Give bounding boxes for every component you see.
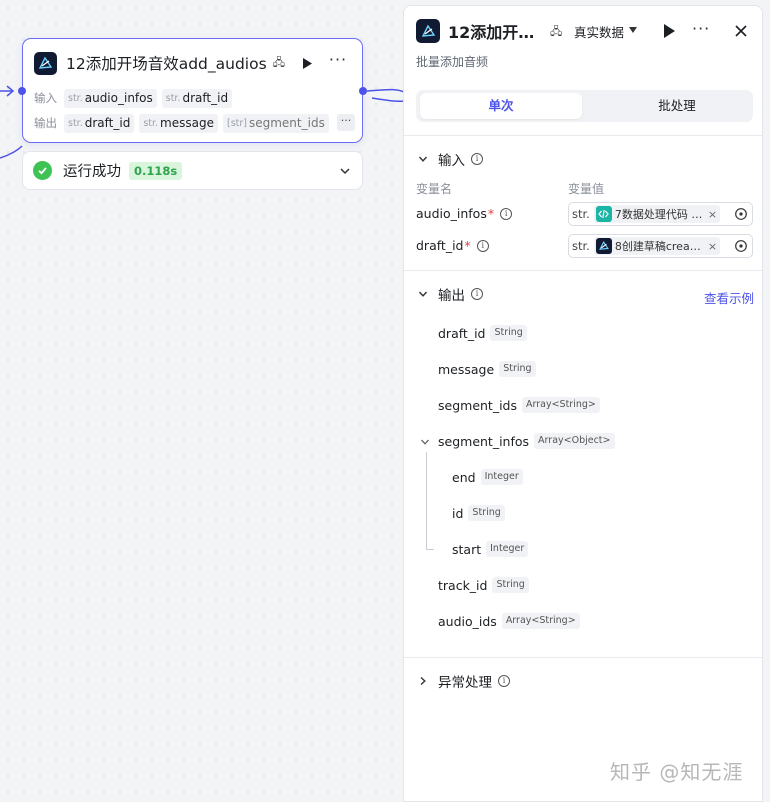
type-tag: String bbox=[490, 325, 527, 341]
plugin-logo-icon bbox=[34, 51, 57, 75]
variable-reference-tag[interactable]: 7数据处理代码 · k… × bbox=[593, 205, 721, 223]
node-input-label: 输入 bbox=[34, 91, 57, 105]
input-var-name: audio_infos * i bbox=[416, 206, 513, 221]
output-child-field-row: end Integer bbox=[452, 468, 523, 486]
chevron-down-icon[interactable] bbox=[418, 154, 428, 164]
divider bbox=[404, 135, 762, 136]
variable-reference-tag[interactable]: 8创建草稿crea… · … × bbox=[593, 237, 721, 255]
node-header: 12添加开场音效add_audios 🖧 ··· bbox=[34, 51, 352, 75]
chevron-down-icon[interactable] bbox=[418, 289, 428, 299]
output-port[interactable] bbox=[359, 87, 367, 95]
panel-more-button[interactable]: ··· bbox=[692, 19, 710, 38]
variable-value-selector[interactable]: str. 8创建草稿crea… · … × bbox=[568, 234, 753, 258]
type-tag: Array<String> bbox=[501, 613, 580, 629]
remove-reference-icon[interactable]: × bbox=[708, 240, 717, 253]
status-text: 运行成功 bbox=[63, 164, 121, 180]
data-mode-dropdown[interactable]: 真实数据 bbox=[574, 22, 624, 41]
output-field-row: segment_ids Array<String> bbox=[438, 396, 600, 414]
plugin-logo-icon bbox=[416, 19, 440, 43]
code-icon bbox=[595, 206, 612, 222]
column-header-value: 变量值 bbox=[568, 182, 605, 196]
input-section-header[interactable]: 输入 i bbox=[418, 149, 483, 169]
input-var-name: draft_id * i bbox=[416, 238, 489, 253]
node-title: 12添加开场音效add_audios bbox=[66, 55, 267, 73]
view-example-link[interactable]: 查看示例 bbox=[704, 288, 754, 307]
node-inputs-row: 输入 str. audio_infos str. draft_id bbox=[34, 88, 237, 108]
tab-single[interactable]: 单次 bbox=[420, 93, 582, 119]
plugin-logo-icon bbox=[595, 238, 612, 254]
outputs-more-button[interactable]: ··· bbox=[337, 114, 355, 131]
tab-batch[interactable]: 批处理 bbox=[596, 93, 758, 119]
success-check-icon bbox=[33, 161, 52, 180]
error-section-header[interactable]: 异常处理 i bbox=[418, 671, 510, 691]
input-tag: str. draft_id bbox=[161, 88, 233, 108]
type-tag: String bbox=[492, 577, 529, 593]
node-more-button[interactable]: ··· bbox=[326, 51, 350, 73]
output-child-field-row: id String bbox=[452, 504, 505, 522]
run-button[interactable] bbox=[661, 22, 677, 40]
type-tag: Integer bbox=[486, 541, 529, 557]
panel-header: 12添加开… 🖧 真实数据 ··· bbox=[416, 18, 752, 44]
output-field-row: track_id String bbox=[438, 576, 529, 594]
output-child-field-row: start Integer bbox=[452, 540, 529, 558]
info-icon[interactable]: i bbox=[476, 239, 489, 252]
node-output-label: 输出 bbox=[34, 116, 57, 130]
type-tag: String bbox=[499, 361, 536, 377]
panel-description: 批量添加音频 bbox=[416, 55, 489, 69]
output-section-title: 输出 bbox=[438, 288, 465, 304]
target-select-icon[interactable] bbox=[734, 207, 748, 221]
type-tag: Integer bbox=[480, 469, 523, 485]
node-detail-panel: 12添加开… 🖧 真实数据 ··· 批量添加音频 单次 批处理 输入 i 变量名… bbox=[403, 5, 763, 802]
chevron-down-icon[interactable] bbox=[338, 164, 352, 178]
input-port[interactable] bbox=[18, 87, 26, 95]
column-header-name: 变量名 bbox=[416, 182, 453, 196]
divider bbox=[404, 270, 762, 271]
panel-title: 12添加开… bbox=[448, 23, 535, 42]
output-field-row: draft_id String bbox=[438, 324, 527, 342]
chevron-right-icon[interactable] bbox=[418, 676, 428, 686]
output-field-row[interactable]: segment_infos Array<Object> bbox=[438, 432, 615, 450]
caret-down-icon[interactable] bbox=[629, 27, 637, 33]
node-outputs-row: 输出 str. draft_id str. message [str] segment… bbox=[34, 113, 334, 133]
input-tag: str. audio_infos bbox=[64, 88, 157, 108]
workflow-node-card[interactable]: 12添加开场音效add_audios 🖧 ··· 输入 str. audio_in… bbox=[18, 38, 367, 143]
divider bbox=[404, 657, 762, 658]
error-section-title: 异常处理 bbox=[438, 675, 492, 691]
watermark: 知乎 @知无涯 bbox=[610, 760, 744, 784]
output-field-row: audio_ids Array<String> bbox=[438, 612, 580, 630]
type-tag: Array<Object> bbox=[534, 433, 615, 449]
input-section-title: 输入 bbox=[438, 153, 465, 169]
run-status-bar[interactable]: 运行成功 0.118s bbox=[22, 151, 363, 190]
output-tag: [str] segment_ids bbox=[222, 113, 329, 133]
variable-value-selector[interactable]: str. 7数据处理代码 · k… × bbox=[568, 202, 753, 226]
type-tag: Array<String> bbox=[522, 397, 600, 413]
tree-guide-line bbox=[426, 549, 434, 550]
info-icon[interactable]: i bbox=[471, 153, 483, 165]
tree-guide-line bbox=[426, 452, 427, 550]
output-section-header[interactable]: 输出 i bbox=[418, 284, 483, 304]
status-duration-badge: 0.118s bbox=[129, 161, 183, 180]
info-icon[interactable]: i bbox=[500, 207, 513, 220]
output-tag: str. draft_id bbox=[64, 113, 135, 133]
remove-reference-icon[interactable]: × bbox=[708, 208, 717, 221]
close-icon[interactable] bbox=[732, 22, 750, 40]
info-icon[interactable]: i bbox=[471, 288, 483, 300]
info-icon[interactable]: i bbox=[498, 675, 510, 687]
run-node-button[interactable] bbox=[298, 54, 316, 72]
robot-icon: 🖧 bbox=[550, 25, 563, 38]
target-select-icon[interactable] bbox=[734, 239, 748, 253]
type-tag: String bbox=[468, 505, 505, 521]
output-field-row: message String bbox=[438, 360, 536, 378]
robot-icon: 🖧 bbox=[272, 55, 285, 69]
chevron-down-icon[interactable] bbox=[420, 437, 430, 447]
run-mode-tabs: 单次 批处理 bbox=[416, 90, 753, 122]
output-tag: str. message bbox=[139, 113, 218, 133]
